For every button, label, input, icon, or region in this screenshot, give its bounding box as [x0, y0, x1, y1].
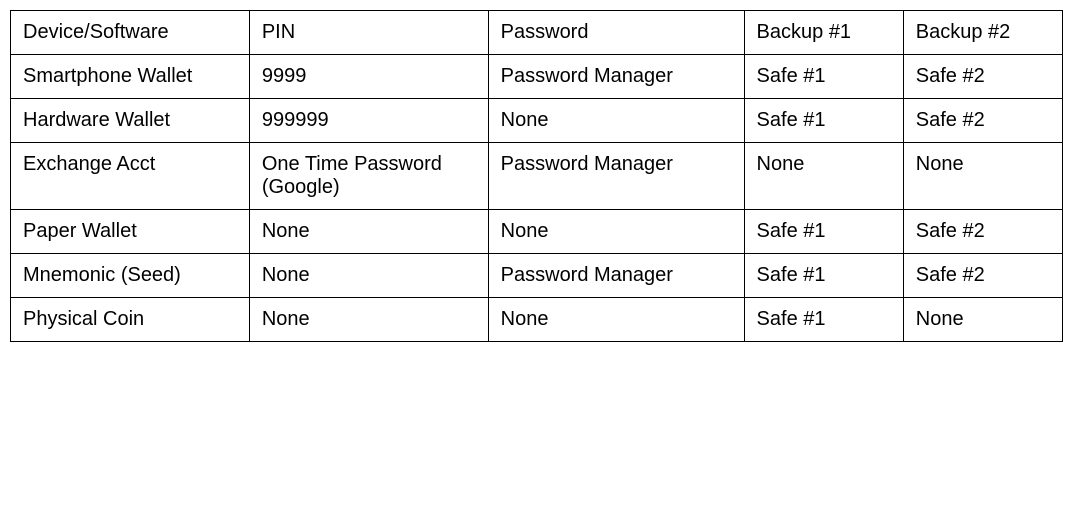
cell-device: Paper Wallet [11, 210, 250, 254]
header-cell: Device/Software [11, 11, 250, 55]
cell-password: Password Manager [488, 254, 744, 298]
cell-backup2: Safe #2 [903, 254, 1062, 298]
cell-device: Hardware Wallet [11, 99, 250, 143]
cell-pin: 999999 [249, 99, 488, 143]
cell-backup1: Safe #1 [744, 254, 903, 298]
table-row: Exchange Acct One Time Password (Google)… [11, 143, 1063, 210]
cell-password: None [488, 210, 744, 254]
cell-device: Physical Coin [11, 298, 250, 342]
cell-pin: None [249, 298, 488, 342]
cell-pin: One Time Password (Google) [249, 143, 488, 210]
table-row: Smartphone Wallet 9999 Password Manager … [11, 55, 1063, 99]
cell-backup2: None [903, 298, 1062, 342]
cell-backup2: Safe #2 [903, 99, 1062, 143]
table-row: Paper Wallet None None Safe #1 Safe #2 [11, 210, 1063, 254]
cell-pin: None [249, 210, 488, 254]
cell-device: Mnemonic (Seed) [11, 254, 250, 298]
cell-backup2: Safe #2 [903, 55, 1062, 99]
table-row: Hardware Wallet 999999 None Safe #1 Safe… [11, 99, 1063, 143]
cell-backup1: None [744, 143, 903, 210]
header-cell: PIN [249, 11, 488, 55]
cell-password: Password Manager [488, 55, 744, 99]
cell-pin: None [249, 254, 488, 298]
cell-pin: 9999 [249, 55, 488, 99]
cell-password: Password Manager [488, 143, 744, 210]
cell-device: Exchange Acct [11, 143, 250, 210]
cell-backup2: None [903, 143, 1062, 210]
table-header-row: Device/Software PIN Password Backup #1 B… [11, 11, 1063, 55]
cell-backup1: Safe #1 [744, 55, 903, 99]
cell-backup2: Safe #2 [903, 210, 1062, 254]
security-table: Device/Software PIN Password Backup #1 B… [10, 10, 1063, 342]
cell-backup1: Safe #1 [744, 298, 903, 342]
header-cell: Password [488, 11, 744, 55]
cell-password: None [488, 298, 744, 342]
table-row: Physical Coin None None Safe #1 None [11, 298, 1063, 342]
cell-device: Smartphone Wallet [11, 55, 250, 99]
header-cell: Backup #1 [744, 11, 903, 55]
table-row: Mnemonic (Seed) None Password Manager Sa… [11, 254, 1063, 298]
cell-password: None [488, 99, 744, 143]
cell-backup1: Safe #1 [744, 99, 903, 143]
header-cell: Backup #2 [903, 11, 1062, 55]
cell-backup1: Safe #1 [744, 210, 903, 254]
